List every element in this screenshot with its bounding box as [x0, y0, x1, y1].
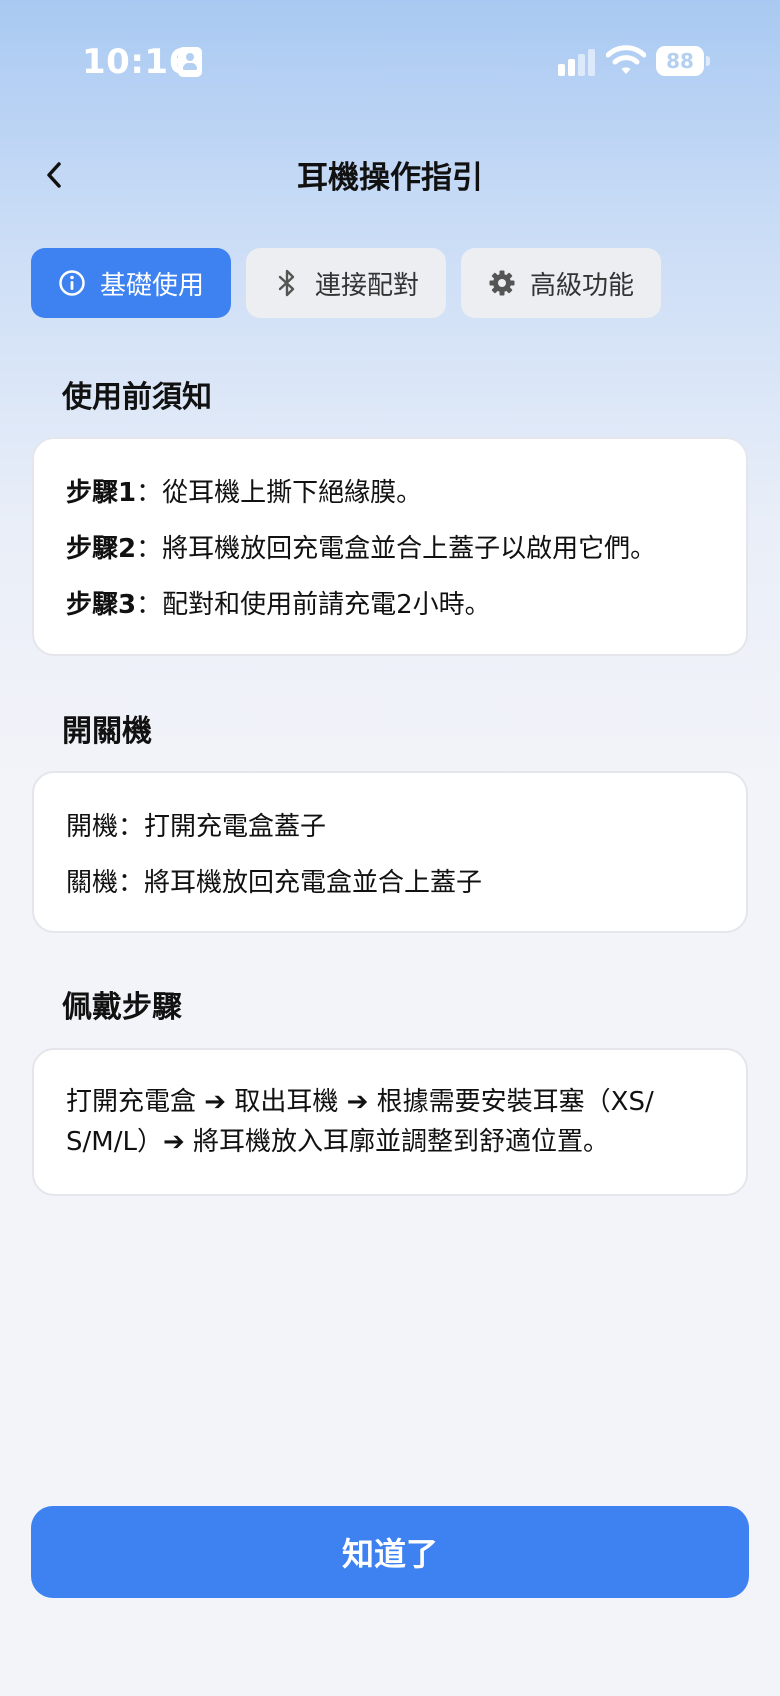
- got-it-button[interactable]: 知道了: [31, 1506, 749, 1598]
- step-item: 步驟1：從耳機上撕下絕緣膜。: [66, 465, 714, 521]
- section-title-wearing: 佩戴步驟: [62, 990, 182, 1025]
- step-separator: ：: [136, 534, 163, 564]
- power-card: 開機：打開充電盒蓋子 關機：將耳機放回充電盒並合上蓋子: [32, 771, 748, 933]
- battery-level: 88: [666, 49, 694, 73]
- status-bar: 10:16 88: [0, 0, 780, 120]
- power-separator: ：: [118, 868, 145, 898]
- gear-icon: [488, 269, 516, 297]
- power-item: 開機：打開充電盒蓋子: [66, 799, 714, 855]
- before-use-card: 步驟1：從耳機上撕下絕緣膜。 步驟2：將耳機放回充電盒並合上蓋子以啟用它們。 步…: [32, 437, 748, 656]
- status-time: 10:16: [82, 42, 193, 82]
- power-label: 關機: [66, 868, 119, 898]
- wearing-text-line: 打開充電盒 ➔ 取出耳機 ➔ 根據需要安裝耳塞（XS/: [66, 1087, 654, 1117]
- step-text: 配對和使用前請充電2小時。: [162, 590, 491, 620]
- step-label: 步驟3: [66, 590, 137, 620]
- tab-basic-usage[interactable]: 基礎使用: [31, 248, 231, 318]
- power-label: 開機: [66, 812, 119, 842]
- section-title-before-use: 使用前須知: [62, 380, 212, 415]
- step-label: 步驟2: [66, 534, 137, 564]
- power-separator: ：: [118, 812, 145, 842]
- tab-label: 連接配對: [314, 270, 419, 301]
- contact-card-icon: [178, 47, 202, 77]
- section-title-power: 開關機: [62, 714, 152, 749]
- cellular-signal-icon: [558, 48, 598, 76]
- wifi-icon: [605, 44, 647, 76]
- power-text: 打開充電盒蓋子: [144, 812, 327, 842]
- step-label: 步驟1: [66, 478, 137, 508]
- page-title: 耳機操作指引: [297, 160, 483, 196]
- bluetooth-icon: [273, 269, 301, 297]
- tab-advanced[interactable]: 高級功能: [461, 248, 661, 318]
- step-text: 將耳機放回充電盒並合上蓋子以啟用它們。: [162, 534, 657, 564]
- step-item: 步驟3：配對和使用前請充電2小時。: [66, 577, 714, 633]
- step-text: 從耳機上撕下絕緣膜。: [162, 478, 423, 508]
- power-text: 將耳機放回充電盒並合上蓋子: [144, 868, 483, 898]
- info-icon: [58, 269, 86, 297]
- battery-icon: 88: [656, 46, 710, 76]
- step-separator: ：: [136, 590, 163, 620]
- step-item: 步驟2：將耳機放回充電盒並合上蓋子以啟用它們。: [66, 521, 714, 577]
- tab-label: 基礎使用: [99, 270, 204, 301]
- power-item: 關機：將耳機放回充電盒並合上蓋子: [66, 855, 714, 911]
- wearing-card: 打開充電盒 ➔ 取出耳機 ➔ 根據需要安裝耳塞（XS/ S/M/L）➔ 將耳機放…: [32, 1048, 748, 1196]
- step-separator: ：: [136, 478, 163, 508]
- tab-pairing[interactable]: 連接配對: [246, 248, 446, 318]
- wearing-text-line: S/M/L）➔ 將耳機放入耳廓並調整到舒適位置。: [66, 1127, 609, 1157]
- tab-label: 高級功能: [529, 270, 634, 301]
